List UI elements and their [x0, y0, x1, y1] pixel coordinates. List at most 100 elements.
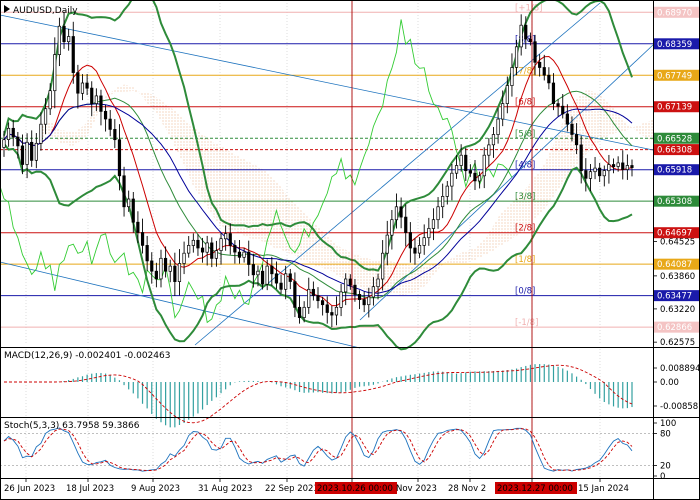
time-tag-label: 2023.10.26 00:00	[317, 484, 393, 494]
candle-body	[505, 85, 509, 104]
candle-body	[80, 82, 85, 94]
macd-tick-label: 0.00	[660, 378, 679, 388]
trading-chart[interactable]: [+1/8][8/8][7/8][6/8][5/8][4/8][3/8][2/8…	[0, 0, 700, 500]
candle-body	[367, 296, 371, 306]
candle-body	[214, 250, 218, 259]
price-tag-label: 0.64697	[657, 229, 692, 239]
candle-body	[237, 251, 242, 258]
candle-body	[376, 278, 380, 288]
candle-body	[450, 172, 454, 187]
price-tag-label: 0.62866	[657, 323, 692, 333]
candle-body	[482, 154, 486, 177]
candle-body	[43, 108, 48, 125]
candle-body	[177, 263, 182, 282]
candle-body	[71, 36, 75, 73]
candle-body	[533, 41, 537, 63]
price-tag-label: 0.68359	[657, 40, 692, 50]
candle-body	[510, 67, 514, 86]
candle-body	[491, 134, 496, 146]
ichimoku-cloud	[40, 84, 653, 296]
candle-body	[136, 221, 140, 233]
candle-body	[173, 265, 177, 282]
candle-body	[339, 291, 343, 308]
stoch-signal-line	[3, 428, 633, 471]
stoch-main-line	[3, 427, 633, 472]
candle-body	[570, 123, 574, 135]
candle-body	[233, 245, 237, 253]
candle-body	[464, 154, 468, 172]
candle-body	[127, 198, 131, 208]
candle-body	[85, 82, 89, 89]
price-tick-label: 0.62575	[660, 338, 695, 348]
stoch-tick-label: 80	[660, 430, 671, 440]
candle-body	[34, 142, 38, 161]
time-label: 22 Sep 2023	[265, 484, 319, 494]
candle-body	[445, 185, 449, 197]
candle-body	[630, 165, 634, 168]
candle-body	[274, 273, 279, 284]
candle-body	[473, 172, 477, 182]
macd-title: MACD(12,26,9) -0.002401 -0.002463	[4, 351, 170, 361]
candle-body	[182, 252, 186, 264]
candle-body	[427, 228, 431, 239]
price-tag-label: 0.64087	[657, 260, 692, 270]
candle-body	[584, 170, 588, 179]
candle-body	[528, 38, 532, 43]
candle-body	[196, 239, 200, 249]
candle-body	[228, 233, 232, 246]
candle-body	[2, 139, 6, 148]
candle-body	[477, 175, 482, 182]
candle-body	[94, 95, 98, 104]
candle-body	[270, 265, 274, 275]
stoch-tick-label: 100	[660, 419, 676, 429]
candle-body	[394, 206, 399, 221]
trend-line	[0, 14, 654, 151]
candle-body	[113, 129, 117, 141]
candle-body	[307, 288, 311, 308]
candle-body	[288, 273, 292, 282]
candle-body	[588, 171, 593, 179]
candle-body	[551, 82, 556, 104]
price-tag-label: 0.66528	[657, 134, 692, 144]
candle-body	[413, 247, 417, 254]
time-label: 28 Nov 2	[448, 484, 486, 494]
candle-body	[90, 87, 94, 104]
stoch-title: Stoch(5,3,3) 63.7958 59.3866	[4, 421, 140, 431]
candle-body	[501, 103, 505, 120]
price-tag-label: 0.67139	[657, 103, 692, 113]
price-tag-label: 0.68970	[657, 8, 692, 18]
candle-body	[496, 118, 500, 135]
candle-body	[602, 170, 606, 177]
symbol-title: AUDUSD,Daily	[4, 5, 78, 16]
candle-body	[320, 300, 325, 306]
macd-signal-line	[4, 364, 633, 424]
time-label: Nov 2023	[396, 484, 437, 494]
candle-body	[611, 164, 616, 167]
candle-body	[330, 312, 334, 316]
macd-tick-label: 0.008894	[660, 364, 700, 374]
candle-body	[131, 198, 135, 223]
candle-body	[256, 270, 260, 276]
candle-body	[399, 206, 403, 218]
time-label: 15 Jan 2024	[578, 484, 629, 494]
candle-body	[325, 304, 329, 313]
candle-body	[561, 105, 565, 115]
candle-body	[67, 36, 71, 43]
candle-body	[404, 216, 408, 233]
candle-body	[150, 260, 154, 272]
candle-body	[538, 61, 542, 68]
candle-body	[593, 167, 597, 173]
candle-body	[574, 134, 579, 146]
candle-body	[191, 239, 195, 246]
candle-body	[168, 265, 172, 272]
candle-body	[224, 233, 228, 240]
time-label: 18 Jul 2023	[66, 484, 114, 494]
candle-body	[381, 252, 385, 280]
time-label: 26 Jun 2023	[4, 484, 55, 494]
candle-body	[316, 295, 320, 302]
candle-body	[284, 273, 288, 290]
symbol-title-text: AUDUSD,Daily	[13, 6, 78, 16]
candle-body	[187, 245, 191, 254]
stoch-tick-label: 20	[660, 461, 671, 471]
candle-body	[210, 242, 214, 259]
